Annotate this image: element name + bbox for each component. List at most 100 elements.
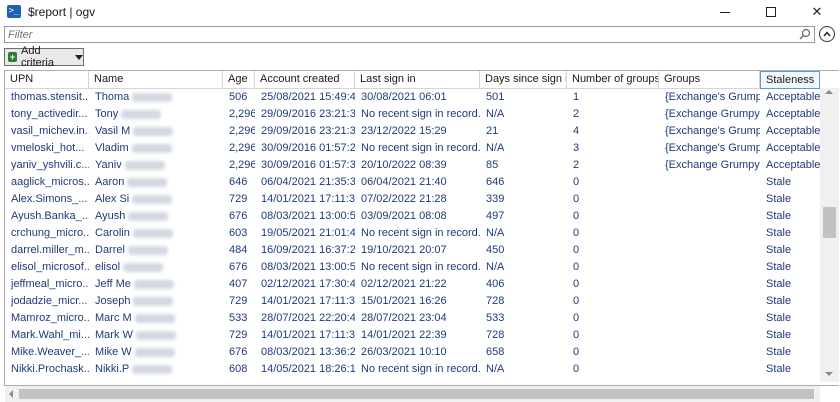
column-header-days-since-sign-in[interactable]: Days since sign in — [480, 71, 567, 89]
cell-days-since-sign-in: 406 — [480, 276, 567, 293]
cell-text: 2,296 — [229, 108, 255, 120]
table-row[interactable]: vmeloski_hot... Vladim 2,296 30/09/2016 01:… — [5, 140, 825, 157]
vertical-scroll-thumb[interactable] — [823, 207, 836, 238]
table-row[interactable]: Alex.Simons_... Alex Si 729 14/01/2021 17:1… — [5, 191, 825, 208]
table-row[interactable]: yaniv_yshvili.c... Yaniv 2,296 30/09/2016 0… — [5, 157, 825, 174]
table-row[interactable]: jodadzie_micr... Joseph 729 14/01/2021 17:1… — [5, 293, 825, 310]
cell-text: 0 — [573, 312, 580, 324]
horizontal-scroll-thumb[interactable] — [19, 389, 814, 399]
search-icon[interactable] — [799, 28, 811, 40]
filter-input[interactable] — [8, 28, 788, 41]
cell-text: 1 — [573, 91, 580, 103]
cell-groups — [659, 208, 760, 225]
table-row[interactable]: vasil_michev.in... Vasil M 2,296 29/09/2016… — [5, 123, 825, 140]
horizontal-scrollbar[interactable] — [5, 386, 820, 402]
column-header-age[interactable]: Age — [223, 71, 255, 89]
cell-text: 506 — [229, 91, 248, 103]
table-row[interactable]: aaglick_micros... Aaron 646 06/04/2021 21:3… — [5, 174, 825, 191]
redacted-surname — [132, 92, 173, 102]
cell-text: 19/10/2021 20:07 — [361, 244, 447, 256]
cell-staleness: Stale — [760, 293, 820, 310]
table-row[interactable]: thomas.stensit... Thoma 506 25/08/2021 15:4… — [5, 89, 825, 106]
cell-age: 729 — [223, 293, 255, 310]
table-row[interactable]: Mamroz_micro... Marc M 533 28/07/2021 22:20… — [5, 310, 825, 327]
table-row[interactable]: Nikki.Prochask... Nikki.P 608 14/05/2021 18… — [5, 361, 825, 378]
cell-text: 85 — [486, 159, 499, 171]
cell-text: 07/02/2022 21:28 — [361, 193, 447, 205]
redacted-surname — [132, 194, 173, 204]
cell-age: 533 — [223, 310, 255, 327]
cell-name: Aaron — [89, 174, 223, 191]
cell-upn: Alex.Simons_... — [5, 191, 89, 208]
cell-number-of-groups: 0 — [567, 259, 659, 276]
cell-groups — [659, 344, 760, 361]
cell-text: Ayush — [95, 210, 126, 222]
table-row[interactable]: darrel.miller_m... Darrel 484 16/09/2021 16… — [5, 242, 825, 259]
cell-text: Nikki.Prochask... — [11, 363, 89, 375]
cell-groups: {Exchange's Grumpy... — [659, 140, 760, 157]
table-row[interactable]: Mark.Wahl_mi... Mark W 729 14/01/2021 17:11… — [5, 327, 825, 344]
cell-text: Mike W — [95, 346, 132, 358]
cell-text: Stale — [766, 261, 792, 273]
cell-name: Mike W — [89, 344, 223, 361]
redacted-surname — [132, 228, 173, 238]
collapse-button[interactable] — [819, 26, 835, 42]
close-button[interactable]: ✕ — [794, 0, 840, 24]
cell-number-of-groups: 3 — [567, 140, 659, 157]
column-header-number-of-groups[interactable]: Number of groups — [567, 71, 659, 89]
cell-text: 0 — [573, 346, 580, 358]
cell-groups: {Exchange's Grumpy... — [659, 123, 760, 140]
cell-days-since-sign-in: 533 — [480, 310, 567, 327]
vertical-scrollbar[interactable] — [820, 88, 839, 382]
cell-name: Darrel — [89, 242, 223, 259]
results-grid: UPN Name Age Account created Last sign in Day… — [4, 70, 839, 386]
cell-account-created: 08/03/2021 13:36:25 — [255, 344, 355, 361]
cell-upn: thomas.stensit... — [5, 89, 89, 106]
cell-upn: Mike.Weaver_... — [5, 344, 89, 361]
cell-text: 02/12/2021 21:22 — [361, 278, 447, 290]
table-row[interactable]: Ayush.Banka_... Ayush 676 08/03/2021 13:00:… — [5, 208, 825, 225]
column-header-last-sign-in[interactable]: Last sign in — [355, 71, 480, 89]
cell-account-created: 08/03/2021 13:00:53 — [255, 259, 355, 276]
cell-text: 728 — [486, 329, 505, 341]
table-row[interactable]: Mike.Weaver_... Mike W 676 08/03/2021 13:36… — [5, 344, 825, 361]
column-header-account-created[interactable]: Account created — [255, 71, 355, 89]
cell-text: yaniv_yshvili.c... — [11, 159, 89, 171]
cell-text: 729 — [229, 193, 248, 205]
column-header-upn[interactable]: UPN — [5, 71, 89, 89]
column-header-staleness[interactable]: Staleness — [760, 71, 820, 89]
cell-text: 28/07/2021 22:20:48 — [261, 312, 355, 324]
cell-text: 339 — [486, 193, 505, 205]
maximize-button[interactable] — [748, 0, 794, 24]
cell-age: 646 — [223, 174, 255, 191]
cell-text: 603 — [229, 227, 248, 239]
cell-last-sign-in: 26/03/2021 10:10 — [355, 344, 480, 361]
cell-last-sign-in: 03/09/2021 08:08 — [355, 208, 480, 225]
cell-text: 676 — [229, 210, 248, 222]
add-criteria-button[interactable]: + Add criteria — [4, 45, 84, 69]
cell-age: 2,296 — [223, 157, 255, 174]
cell-text: Thoma — [95, 91, 130, 103]
cell-staleness: Acceptable — [760, 157, 820, 174]
cell-number-of-groups: 0 — [567, 242, 659, 259]
cell-upn: tony_activedir... — [5, 106, 89, 123]
cell-text: 29/09/2016 23:21:33 — [261, 108, 355, 120]
cell-text: 501 — [486, 91, 505, 103]
column-header-groups[interactable]: Groups — [659, 71, 760, 89]
column-header-name[interactable]: Name — [89, 71, 223, 89]
cell-age: 2,296 — [223, 106, 255, 123]
cell-text: 658 — [486, 346, 505, 358]
cell-text: 0 — [573, 295, 580, 307]
table-row[interactable]: elisol_microsof... elisol 676 08/03/2021 13… — [5, 259, 825, 276]
table-row[interactable]: tony_activedir... Tony 2,296 29/09/2016 23:… — [5, 106, 825, 123]
scroll-down-icon[interactable] — [825, 372, 833, 376]
cell-text: Stale — [766, 295, 792, 307]
cell-staleness: Stale — [760, 242, 820, 259]
cell-number-of-groups: 0 — [567, 225, 659, 242]
table-row[interactable]: crchung_micro... Carolin 603 19/05/2021 21:… — [5, 225, 825, 242]
cell-last-sign-in: 19/10/2021 20:07 — [355, 242, 480, 259]
table-row[interactable]: jeffmeal_micro... Jeff Me 407 02/12/2021 17… — [5, 276, 825, 293]
scroll-up-icon[interactable] — [825, 90, 833, 94]
minimize-button[interactable] — [702, 0, 748, 24]
scroll-left-icon[interactable] — [9, 390, 13, 398]
